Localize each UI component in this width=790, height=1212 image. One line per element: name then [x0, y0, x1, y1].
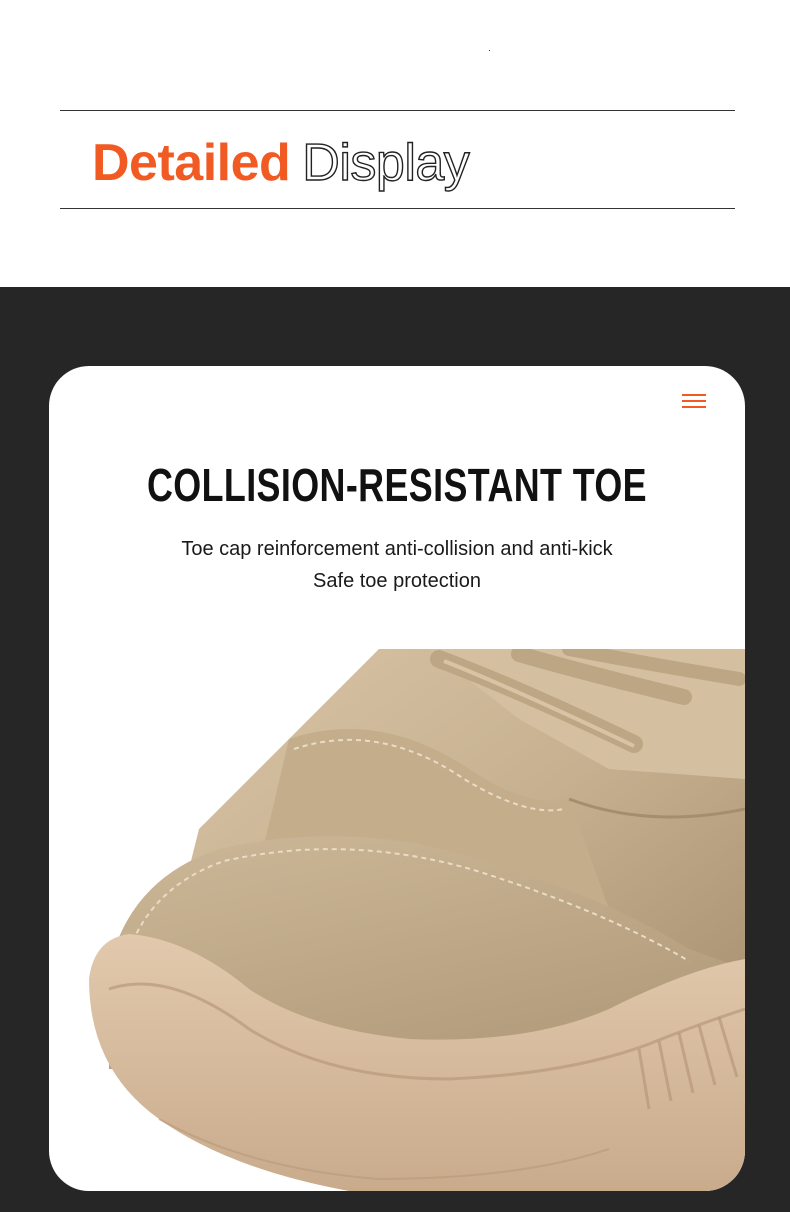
header-section: Detailed Display [0, 0, 790, 287]
hamburger-menu-icon[interactable] [682, 394, 706, 408]
heading-outline-word: Display [302, 133, 471, 192]
bottom-divider [60, 208, 735, 209]
feature-description-line1: Toe cap reinforcement anti-collision and… [181, 538, 613, 560]
shoe-toe-closeup-image [89, 649, 745, 1191]
feature-card: COLLISION-RESISTANT TOE Toe cap reinforc… [49, 366, 745, 1191]
top-divider [60, 110, 735, 111]
heading-solid-word: Detailed [92, 134, 291, 192]
feature-description-line2: Safe toe protection [313, 570, 481, 592]
feature-title: COLLISION-RESISTANT TOE [146, 459, 648, 511]
decorative-dot [489, 50, 490, 51]
section-heading: Detailed Display [92, 128, 471, 198]
